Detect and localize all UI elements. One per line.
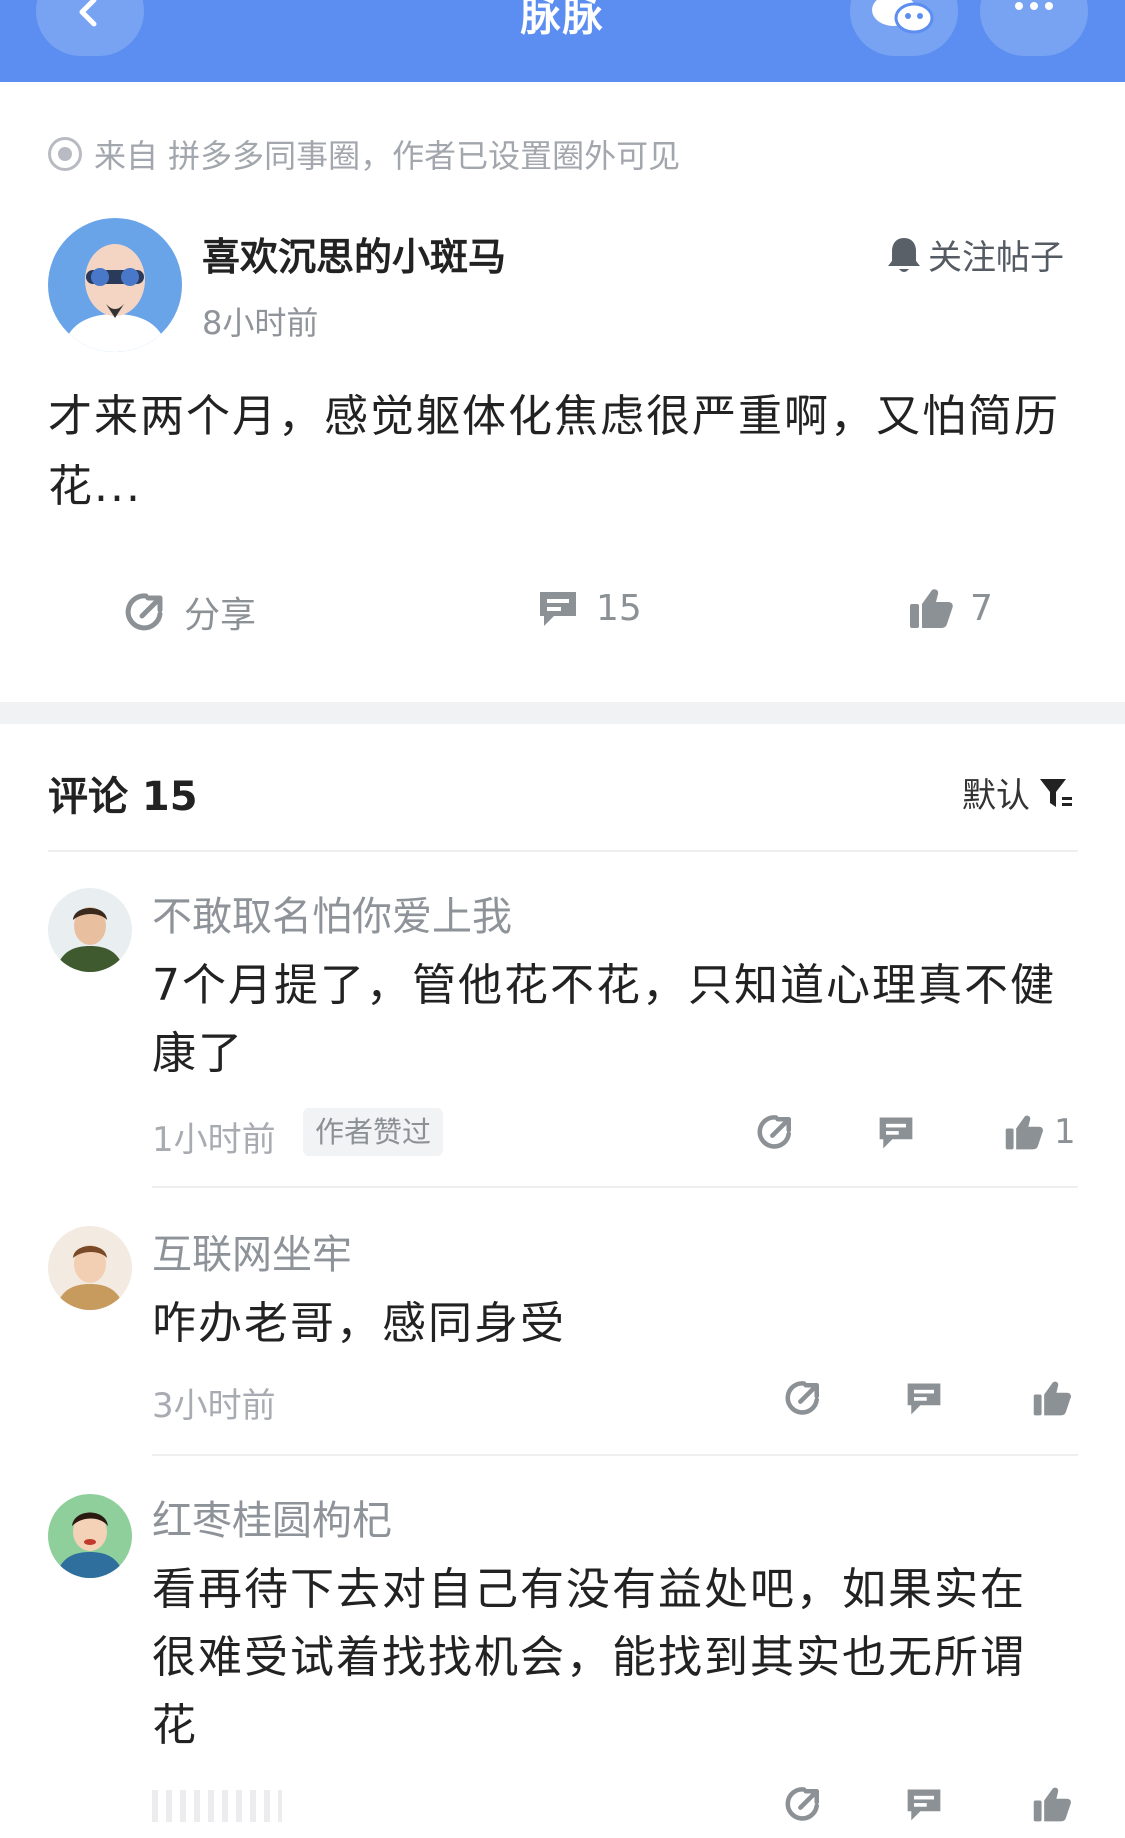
post-actions: 分享 15 7 <box>0 586 1125 638</box>
origin-text: 来自 拼多多同事圈，作者已设置圈外可见 <box>94 137 681 175</box>
comment-reply-button[interactable] <box>904 1378 944 1418</box>
comment-icon <box>879 1117 913 1149</box>
author-avatar[interactable] <box>48 218 182 352</box>
sort-label: 默认 <box>962 776 1030 816</box>
author-name[interactable]: 喜欢沉思的小斑马 <box>202 226 506 281</box>
post-content[interactable]: 才来两个月，感觉躯体化焦虑很严重啊，又怕简历花... <box>48 382 1078 522</box>
comment-icon <box>907 1789 941 1821</box>
comment-text[interactable]: 咋办老哥，感同身受 <box>152 1290 1062 1358</box>
comment-count: 15 <box>596 587 642 629</box>
wechat-icon <box>872 0 934 34</box>
comments-header-divider <box>48 850 1078 852</box>
comment-reply-button[interactable] <box>904 1784 944 1824</box>
commenter-avatar[interactable] <box>48 1494 132 1578</box>
commenter-name[interactable]: 互联网坐牢 <box>152 1222 352 1280</box>
share-icon <box>757 1115 791 1149</box>
comment-share-button[interactable] <box>756 1112 796 1152</box>
comment-reply-button[interactable] <box>876 1112 916 1152</box>
like-count: 7 <box>970 587 993 629</box>
author-liked-badge: 作者赞过 <box>303 1108 444 1156</box>
comment-like-button[interactable]: 1 <box>1004 1112 1076 1152</box>
comment-text[interactable]: 7个月提了，管他花不花，只知道心理真不健康了 <box>152 952 1062 1088</box>
more-icon <box>1015 2 1053 10</box>
follow-post-button[interactable]: 关注帖子 <box>886 230 1064 279</box>
comment-share-button[interactable] <box>784 1378 824 1418</box>
comment-like-button[interactable] <box>1032 1784 1072 1824</box>
like-icon <box>1033 1381 1071 1416</box>
commenter-avatar[interactable] <box>48 1226 132 1310</box>
sort-button[interactable]: 默认 <box>962 768 1074 817</box>
comment-like-count: 1 <box>1054 1112 1076 1152</box>
comment-divider <box>152 1186 1078 1188</box>
comment-like-button[interactable] <box>1032 1378 1072 1418</box>
comment-icon <box>540 592 576 626</box>
commenter-name[interactable]: 不敢取名怕你爱上我 <box>152 884 512 942</box>
top-bar: 脉脉 <box>0 0 1125 82</box>
like-icon <box>910 589 953 628</box>
comment-share-button[interactable] <box>784 1784 824 1824</box>
comment-icon <box>907 1383 941 1415</box>
like-icon <box>1005 1115 1043 1150</box>
commenter-avatar[interactable] <box>48 888 132 972</box>
follow-label: 关注帖子 <box>928 238 1064 278</box>
share-button[interactable]: 分享 <box>124 586 256 638</box>
post-origin: 来自 拼多多同事圈，作者已设置圈外可见 <box>48 134 681 175</box>
share-label: 分享 <box>184 595 257 636</box>
like-icon <box>1033 1787 1071 1822</box>
comment-time: 1小时前 <box>152 1120 276 1160</box>
section-divider <box>0 702 1125 724</box>
origin-icon <box>48 137 82 171</box>
comment-divider <box>152 1454 1078 1456</box>
more-button[interactable] <box>980 0 1088 56</box>
share-icon <box>785 1381 819 1415</box>
comment-text[interactable]: 看再待下去对自己有没有益处吧，如果实在很难受试着找找机会，能找到其实也无所谓花 <box>152 1556 1062 1760</box>
share-icon <box>125 593 163 631</box>
post-time: 8小时前 <box>202 304 319 342</box>
bell-icon <box>888 237 920 272</box>
filter-icon <box>1040 778 1072 807</box>
like-button[interactable]: 7 <box>908 586 993 630</box>
commenter-name[interactable]: 红枣桂圆枸杞 <box>152 1488 392 1546</box>
comment-time-blurred <box>152 1790 282 1822</box>
comment-button[interactable]: 15 <box>536 586 642 630</box>
share-icon <box>785 1787 819 1821</box>
comment-time: 3小时前 <box>152 1386 276 1426</box>
comments-title: 评论 15 <box>48 774 198 820</box>
wechat-share-button[interactable] <box>850 0 958 56</box>
